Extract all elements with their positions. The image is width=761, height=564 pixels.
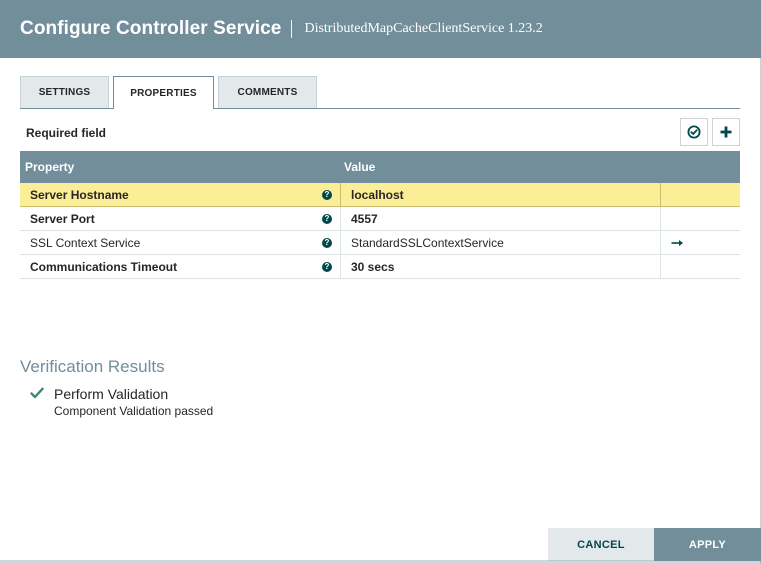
verification-detail: Component Validation passed [54,404,214,418]
table-row[interactable]: SSL Context Service ? StandardSSLContext… [20,231,740,255]
property-name-cell: Communications Timeout ? [20,255,341,278]
property-actions-cell [661,207,740,230]
table-row[interactable]: Communications Timeout ? 30 secs [20,255,740,279]
help-icon[interactable]: ? [322,213,332,224]
dialog-header: Configure Controller Service Distributed… [0,0,761,58]
configure-controller-service-dialog: Configure Controller Service Distributed… [0,0,761,564]
column-header-property[interactable]: Property [20,160,340,174]
table-row[interactable]: Server Port ? 4557 [20,207,740,231]
service-type-version: DistributedMapCacheClientService 1.23.2 [304,21,543,36]
property-value[interactable]: 30 secs [341,255,661,278]
help-icon[interactable]: ? [322,261,332,272]
verification-name: Perform Validation [54,386,169,402]
verification-results-title: Verification Results [20,357,165,376]
checkmark-icon [30,387,44,399]
property-name-cell: SSL Context Service ? [20,231,341,254]
property-name: Server Port [30,211,95,226]
dialog-title: Configure Controller Service [20,18,282,39]
column-header-value[interactable]: Value [340,160,375,174]
tab-properties[interactable]: PROPERTIES [113,76,214,109]
verify-properties-button[interactable] [680,118,708,146]
property-name-cell: Server Port ? [20,207,341,230]
property-actions-cell [661,255,740,278]
plus-icon [720,126,732,138]
properties-table: Property Value Server Hostname ? localho… [20,151,740,279]
property-value[interactable]: StandardSSLContextService [341,231,661,254]
property-name: Server Hostname [30,187,129,202]
header-divider [291,20,293,38]
help-icon[interactable]: ? [322,189,332,200]
property-value[interactable]: localhost [341,183,661,206]
property-actions-cell [661,183,740,206]
property-value[interactable]: 4557 [341,207,661,230]
arrow-right-icon[interactable] [671,239,684,247]
apply-button[interactable]: APPLY [654,528,761,561]
property-name-cell: Server Hostname ? [20,183,341,206]
property-name: SSL Context Service [30,235,141,250]
property-name: Communications Timeout [30,259,178,274]
tab-settings[interactable]: SETTINGS [20,76,109,108]
tab-comments[interactable]: COMMENTS [218,76,317,108]
check-circle-icon [687,125,701,139]
dialog-bottom-edge [0,560,761,564]
table-row[interactable]: Server Hostname ? localhost [20,183,740,207]
table-header: Property Value [20,151,740,183]
help-icon[interactable]: ? [322,237,332,248]
required-field-label: Required field [26,126,107,140]
add-property-button[interactable] [712,118,740,146]
cancel-button[interactable]: CANCEL [548,528,654,561]
property-actions-cell [661,231,740,254]
tab-bar: SETTINGS PROPERTIES COMMENTS [20,76,321,109]
